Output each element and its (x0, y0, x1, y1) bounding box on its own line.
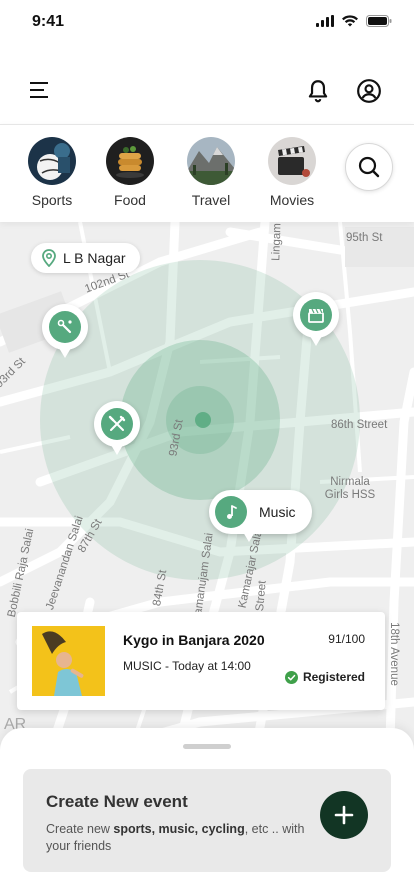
status-icons (316, 15, 392, 27)
location-pin-icon (42, 249, 56, 267)
wifi-icon (342, 15, 358, 27)
profile-button[interactable] (356, 78, 382, 104)
status-bar: 9:41 (0, 0, 414, 44)
event-subtitle: MUSIC - Today at 14:00 (123, 659, 251, 673)
sports-pin[interactable] (42, 304, 88, 358)
category-sports[interactable]: Sports (18, 137, 86, 208)
registered-badge: Registered (284, 670, 365, 684)
sports-thumbnail (28, 137, 76, 185)
movies-thumbnail (268, 137, 316, 185)
sports-icon (57, 319, 72, 334)
music-note-icon (227, 505, 237, 519)
event-title: Kygo in Banjara 2020 (123, 632, 265, 648)
street-label: 86th Street (331, 419, 388, 431)
category-label: Sports (31, 192, 73, 208)
category-label: Movies (269, 192, 315, 208)
create-event-title: Create New event (46, 792, 188, 811)
street-label: Lingam (270, 222, 284, 262)
travel-thumbnail (187, 137, 235, 185)
check-circle-icon (284, 670, 298, 684)
category-movies[interactable]: Movies (258, 137, 326, 208)
search-icon (358, 156, 380, 178)
drag-handle[interactable] (183, 744, 231, 749)
event-attendee-count: 91/100 (328, 632, 365, 646)
create-event-panel[interactable]: Create New event Create new sports, musi… (23, 769, 391, 872)
clapperboard-icon (308, 308, 324, 323)
search-button[interactable] (345, 143, 393, 191)
street-label: Nirmala Girls HSS (324, 476, 376, 501)
battery-icon (366, 15, 392, 27)
status-label: Registered (302, 670, 365, 684)
notifications-button[interactable] (305, 78, 331, 104)
plus-icon (334, 805, 354, 825)
food-pin[interactable] (94, 401, 140, 455)
event-thumbnail (32, 626, 105, 696)
add-event-button[interactable] (320, 791, 368, 839)
menu-button[interactable] (28, 78, 52, 102)
category-food[interactable]: Food (96, 137, 164, 208)
music-pin[interactable]: Music (209, 490, 312, 542)
utensils-icon (108, 415, 126, 431)
signal-icon (316, 15, 334, 27)
category-label: Food (114, 192, 146, 208)
street-label: 95th St (346, 232, 383, 244)
category-label: Travel (191, 192, 231, 208)
category-bar: Sports Food Travel Movies (0, 124, 414, 222)
location-label: L B Nagar (63, 250, 126, 266)
street-label: 18th Avenue (387, 622, 400, 686)
category-travel[interactable]: Travel (177, 137, 245, 208)
app-header (0, 44, 414, 124)
create-event-description: Create new sports, music, cycling, etc .… (46, 822, 305, 853)
menu-icon (30, 82, 48, 98)
location-chip[interactable]: L B Nagar (31, 243, 140, 273)
user-circle-icon (357, 79, 381, 103)
food-thumbnail (106, 137, 154, 185)
music-pin-label: Music (259, 504, 296, 520)
event-card[interactable]: Kygo in Banjara 2020 91/100 MUSIC - Toda… (17, 612, 385, 710)
bell-icon (308, 80, 328, 103)
status-time: 9:41 (32, 13, 65, 30)
bottom-sheet: Create New event Create new sports, musi… (0, 728, 414, 896)
movies-pin[interactable] (293, 292, 339, 346)
